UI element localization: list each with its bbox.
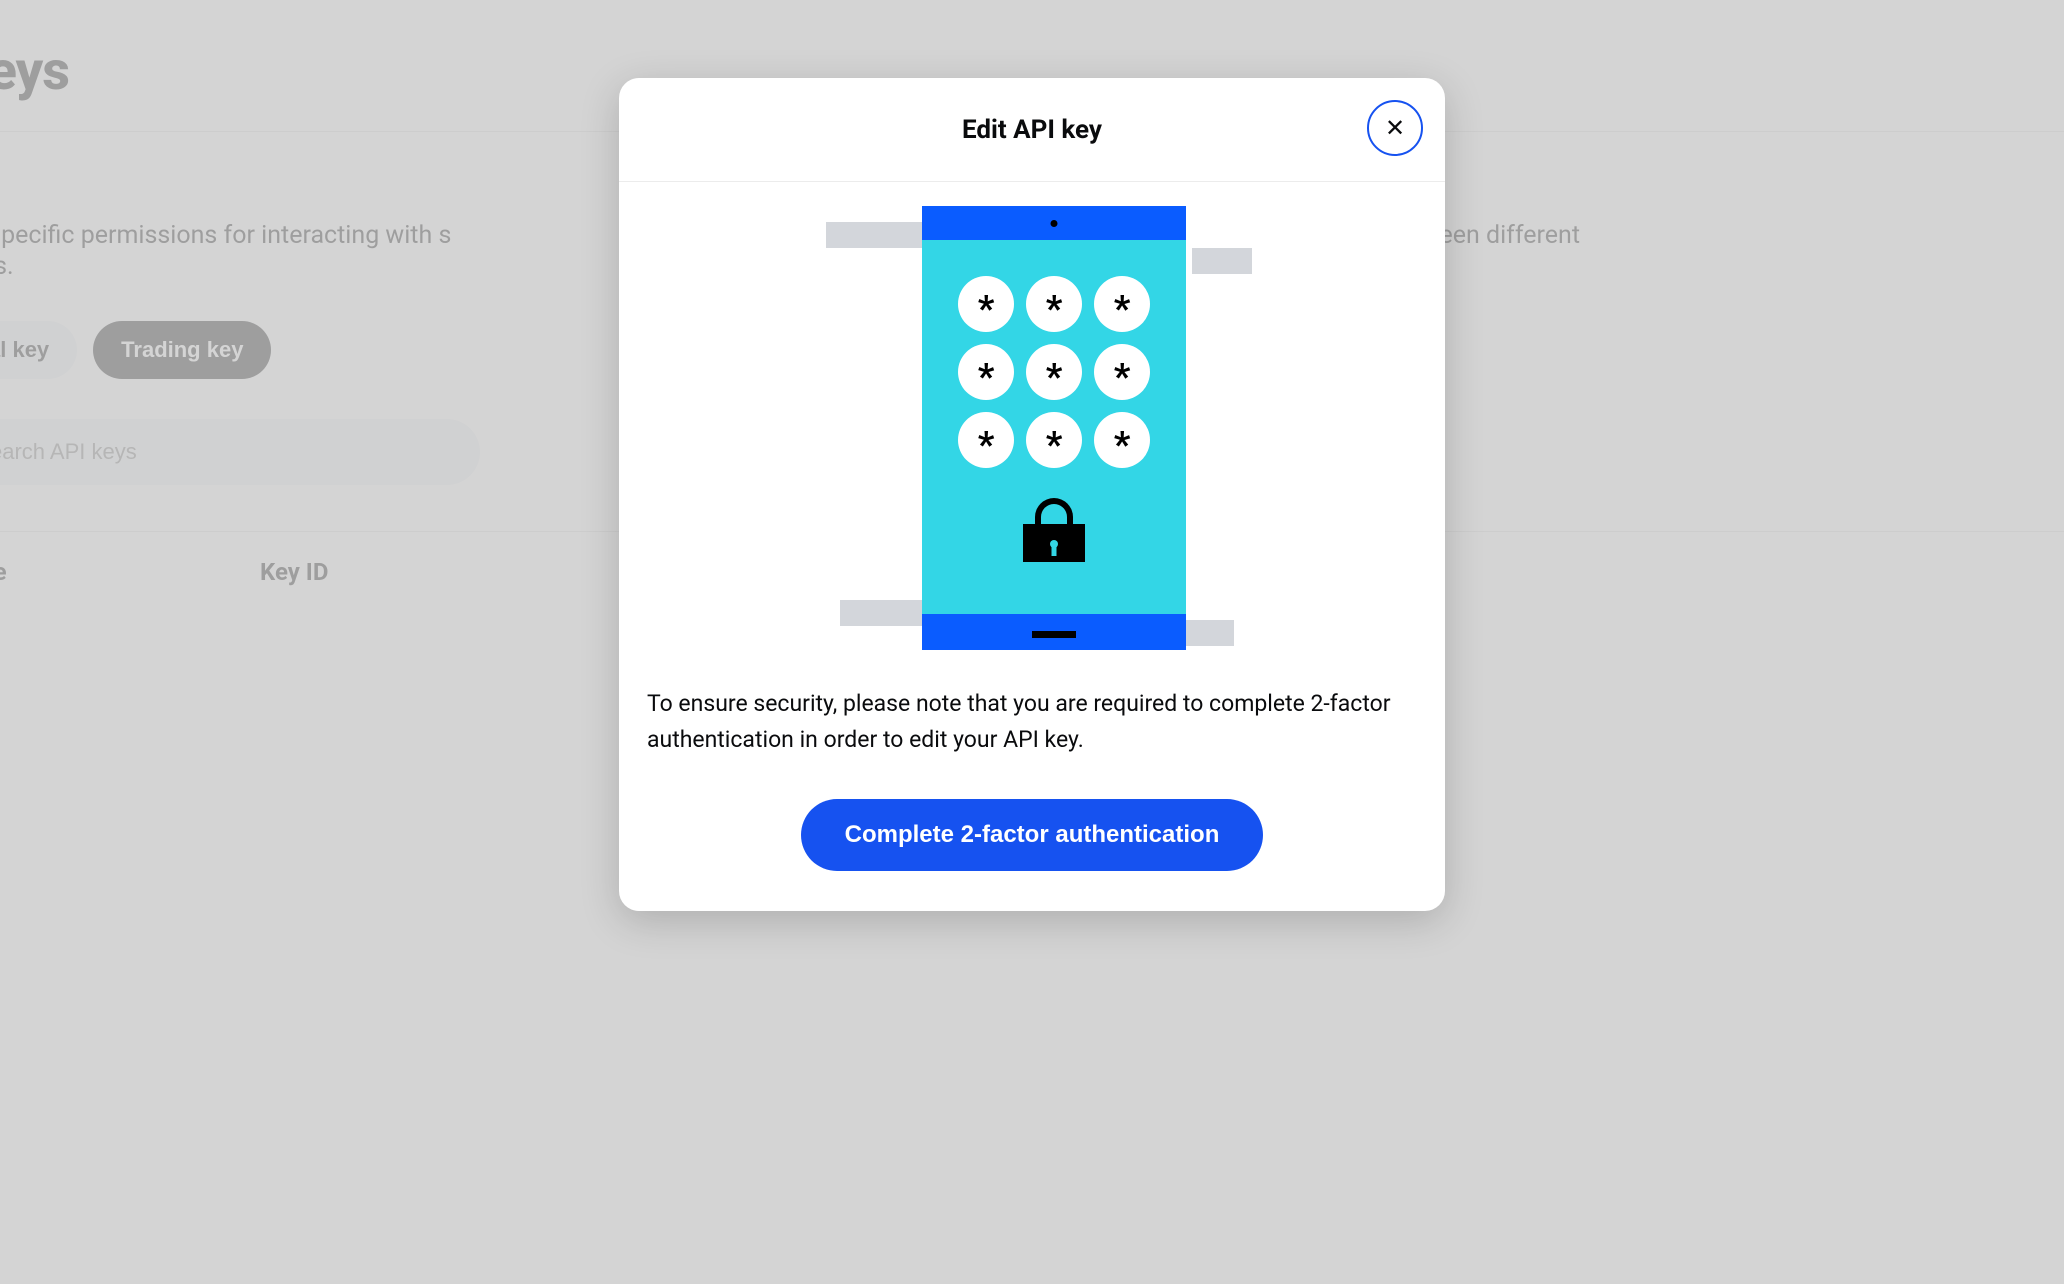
phone-icon: *** *** *** (922, 206, 1186, 650)
modal-title: Edit API key (962, 115, 1102, 145)
home-bar-icon (1032, 631, 1076, 638)
phone-screen: *** *** *** (922, 240, 1186, 614)
complete-2fa-button[interactable]: Complete 2-factor authentication (801, 799, 1264, 871)
modal-body-text: To ensure security, please note that you… (619, 668, 1445, 767)
modal-illustration: *** *** *** (619, 182, 1445, 668)
modal-actions: Complete 2-factor authentication (619, 767, 1445, 911)
decor-bar (826, 222, 926, 248)
lock-icon (1023, 498, 1085, 562)
decor-bar (1192, 248, 1252, 274)
modal-overlay: Edit API key ✕ *** *** *** (0, 0, 2064, 1284)
modal-header: Edit API key ✕ (619, 78, 1445, 182)
edit-api-key-modal: Edit API key ✕ *** *** *** (619, 78, 1445, 911)
close-button[interactable]: ✕ (1367, 100, 1423, 156)
keypad-icon: *** *** *** (958, 276, 1150, 468)
camera-dot-icon (1051, 220, 1058, 227)
close-icon: ✕ (1385, 114, 1405, 143)
